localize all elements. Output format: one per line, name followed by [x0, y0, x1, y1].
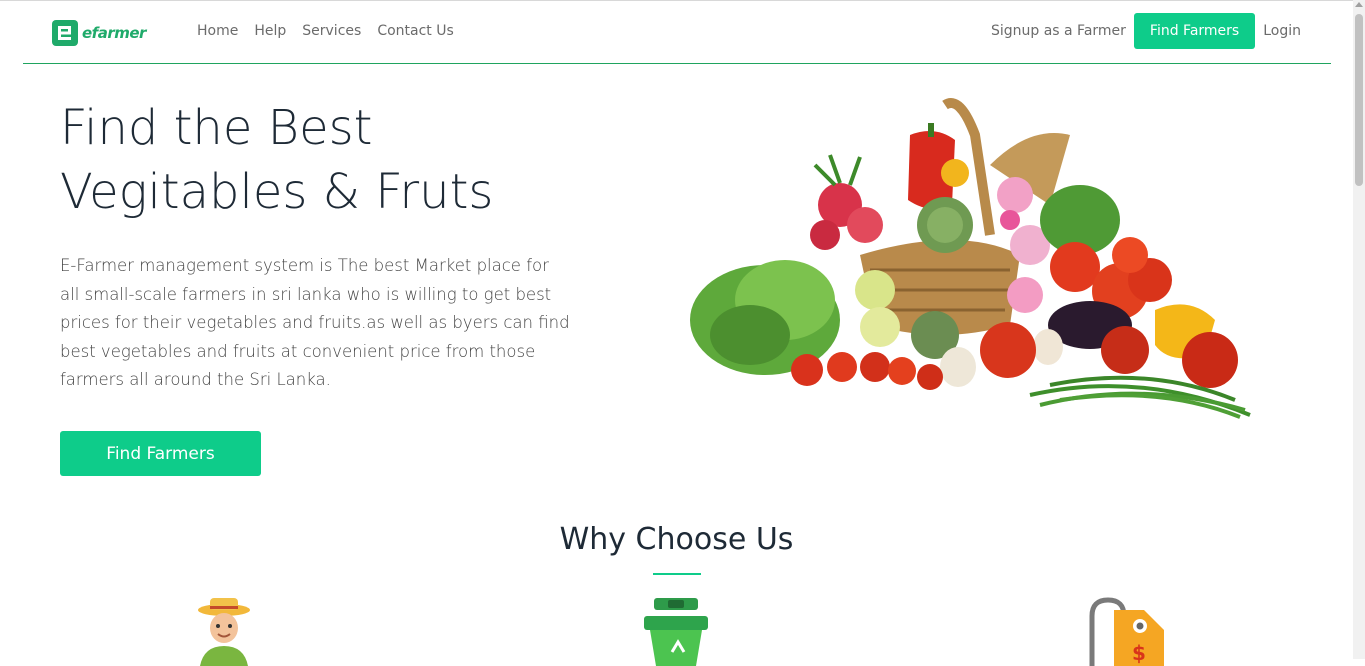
logo-text: efarmer [82, 24, 146, 42]
nav-help-link[interactable]: Help [254, 23, 286, 39]
hero-title-line-1: Find the Best [60, 100, 373, 156]
login-link[interactable]: Login [1263, 23, 1301, 39]
nav-actions: Signup as a Farmer Find Farmers Login [991, 13, 1301, 49]
find-farmers-nav-button[interactable]: Find Farmers [1133, 13, 1256, 49]
vegetable-basket-image [690, 98, 1251, 419]
why-choose-us-title: Why Choose Us [559, 522, 794, 557]
hero-title: Find the Best Vegitables & Fruts [60, 96, 493, 224]
nav-home-link[interactable]: Home [197, 23, 238, 39]
nav-links: Home Help Services Contact Us [197, 23, 454, 39]
logo[interactable]: efarmer [52, 19, 146, 47]
scrollbar-thumb[interactable] [1355, 14, 1363, 186]
scroll-up-arrow-icon[interactable] [1355, 2, 1363, 7]
hero-description: E-Farmer management system is The best M… [60, 256, 570, 389]
hero-title-line-2: Vegitables & Fruts [60, 164, 494, 220]
section-underline [653, 573, 701, 575]
farmer-icon [198, 598, 250, 666]
signup-farmer-link[interactable]: Signup as a Farmer [991, 23, 1126, 39]
svg-text:$: $ [1132, 641, 1146, 665]
efarmer-logo-icon [52, 20, 78, 46]
price-tag-icon: $ [1089, 597, 1164, 666]
nav-services-link[interactable]: Services [302, 23, 361, 39]
find-farmers-hero-button[interactable]: Find Farmers [60, 431, 261, 476]
nav-contact-link[interactable]: Contact Us [377, 23, 453, 39]
navbar: efarmer Home Help Services Contact Us Si… [23, 1, 1331, 64]
recycle-bin-icon [644, 598, 708, 666]
page-scrollbar[interactable] [1353, 0, 1365, 659]
